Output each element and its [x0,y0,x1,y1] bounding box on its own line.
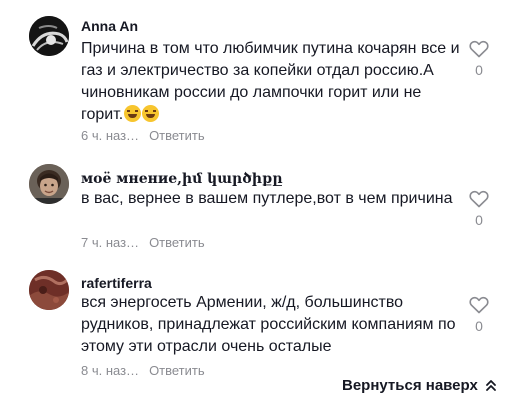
back-to-top-button[interactable]: Вернуться наверх [336,365,516,405]
like-button[interactable]: 0 [468,190,490,228]
like-button[interactable]: 0 [468,40,490,78]
comment-time: 8 ч. наз… [81,363,140,378]
comment-text: вся энергосеть Армении, ж/д, большинство… [81,294,456,355]
avatar[interactable] [29,16,69,56]
like-count: 0 [475,212,483,228]
like-count: 0 [475,318,483,334]
heart-icon [469,296,489,314]
comment-meta: 8 ч. наз… Ответить [81,363,205,379]
comment-author[interactable]: rafertiferra [81,274,152,292]
avatar-image [29,164,69,204]
double-chevron-up-icon [485,380,496,391]
avatar-image [29,16,69,56]
comment-author[interactable]: Anna An [81,17,138,35]
grinning-face-with-sweat-emoji [142,105,160,122]
avatar-image [29,270,69,310]
comment-item: моё мнение,իմ կարծիքը в вас, вернее в ва… [0,150,516,262]
comment-text: Причина в том что любимчик путина кочаря… [81,38,461,126]
comment-meta: 6 ч. наз… Ответить [81,128,205,144]
like-button[interactable]: 0 [468,296,490,334]
like-count: 0 [475,62,483,78]
grinning-face-with-sweat-emoji [124,105,142,122]
reply-button[interactable]: Ответить [149,235,205,250]
reply-button[interactable]: Ответить [149,128,205,143]
comment-time: 6 ч. наз… [81,128,140,143]
avatar[interactable] [29,164,69,204]
heart-icon [469,190,489,208]
comment-text: в вас, вернее в вашем путлере,вот в чем … [81,190,453,207]
heart-icon [469,40,489,58]
avatar[interactable] [29,270,69,310]
reply-button[interactable]: Ответить [149,363,205,378]
comment-time: 7 ч. наз… [81,235,140,250]
comment-author[interactable]: моё мнение,իմ կարծիքը [81,170,283,188]
comment-item: Anna An Причина в том что любимчик путин… [0,0,516,150]
comment-meta: 7 ч. наз… Ответить [81,235,205,251]
back-to-top-label: Вернуться наверх [342,376,478,394]
